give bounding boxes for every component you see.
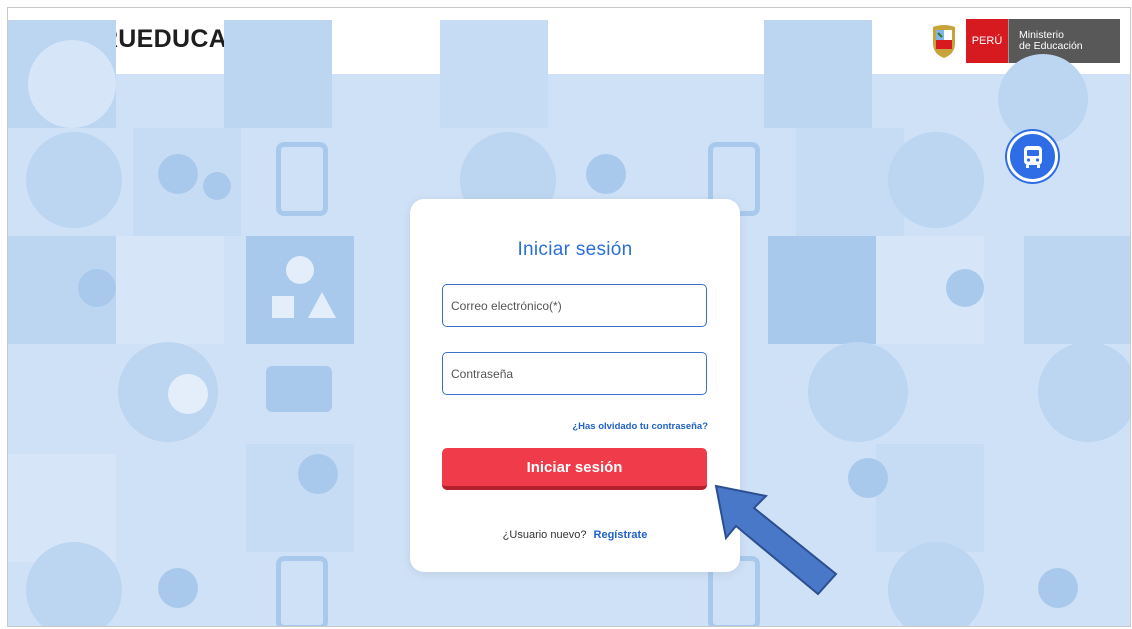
peru-label: PERÚ	[966, 19, 1008, 63]
register-link[interactable]: Regístrate	[594, 529, 648, 541]
top-header: PERUEDUCA PERÚ Ministerio de Educación	[8, 8, 1130, 74]
bus-button[interactable]	[1007, 131, 1058, 182]
register-row: ¿Usuario nuevo? Regístrate	[410, 529, 740, 541]
password-field[interactable]: Contraseña	[442, 352, 707, 395]
email-field[interactable]: Correo electrónico(*)	[442, 284, 707, 327]
login-button[interactable]: Iniciar sesión	[442, 448, 707, 490]
browser-viewport: PERUEDUCA PERÚ Ministerio de Educación I…	[7, 7, 1131, 627]
ministry-label: Ministerio de Educación	[1008, 19, 1120, 63]
arrow-annotation	[714, 484, 838, 596]
national-shield-icon	[933, 25, 955, 58]
new-user-text: ¿Usuario nuevo?	[502, 529, 587, 541]
ministry-line-2: de Educación	[1019, 40, 1083, 52]
bus-icon	[1023, 145, 1042, 168]
login-card: Iniciar sesión Correo electrónico(*) Con…	[410, 199, 740, 572]
login-title: Iniciar sesión	[517, 239, 633, 260]
forgot-password-link[interactable]: ¿Has olvidado tu contraseña?	[572, 421, 708, 432]
